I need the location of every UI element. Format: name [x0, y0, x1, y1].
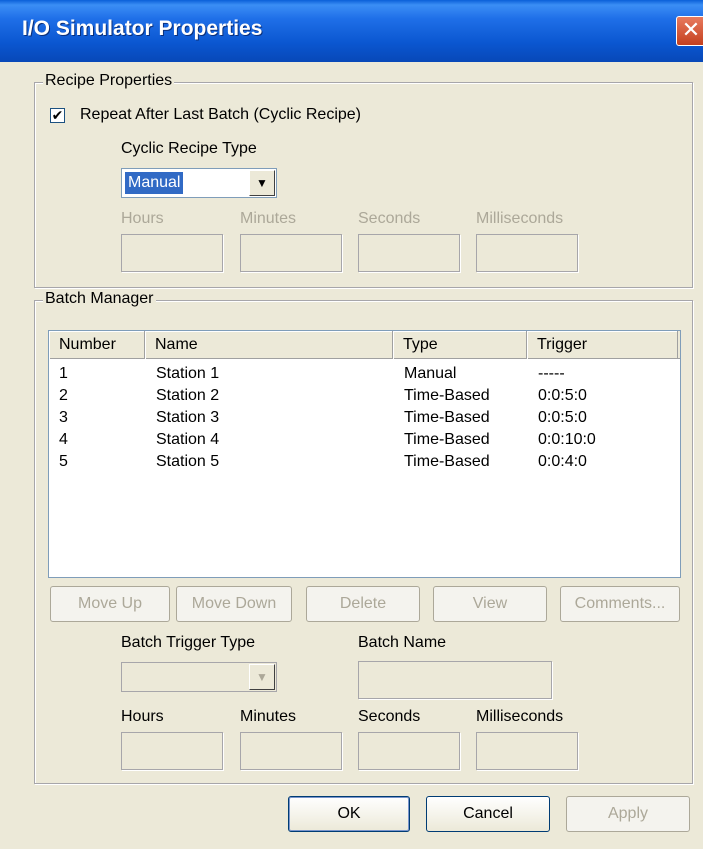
batch-manager-label: Batch Manager [43, 290, 156, 308]
row-trigger: 0:0:10:0 [538, 431, 596, 448]
move-up-button[interactable]: Move Up [50, 586, 170, 622]
recipe-properties-label: Recipe Properties [43, 72, 175, 90]
table-row[interactable]: 3 Station 3 Time-Based 0:0:5:0 [49, 409, 680, 432]
cancel-button[interactable]: Cancel [426, 796, 550, 832]
recipe-minutes-field[interactable] [240, 234, 342, 272]
row-number: 2 [59, 387, 68, 404]
row-name: Station 3 [156, 409, 220, 426]
delete-button[interactable]: Delete [306, 586, 420, 622]
row-number: 4 [59, 431, 68, 448]
ok-button[interactable]: OK [288, 796, 410, 832]
row-type: Time-Based [404, 409, 490, 426]
row-trigger: 0:0:5:0 [538, 387, 587, 404]
row-number: 3 [59, 409, 68, 426]
recipe-hours-field[interactable] [121, 234, 223, 272]
batch-hours-field[interactable] [121, 732, 223, 770]
move-down-button[interactable]: Move Down [176, 586, 292, 622]
repeat-after-last-batch-label[interactable]: Repeat After Last Batch (Cyclic Recipe) [80, 106, 361, 124]
cyclic-recipe-type-label: Cyclic Recipe Type [121, 140, 257, 157]
row-number: 5 [59, 453, 68, 470]
row-trigger: ----- [538, 365, 565, 382]
row-name: Station 4 [156, 431, 220, 448]
column-type[interactable]: Type [393, 331, 527, 359]
batch-trigger-type-dropdown[interactable]: ▼ [121, 662, 277, 692]
column-number[interactable]: Number [49, 331, 145, 359]
recipe-minutes-label: Minutes [240, 210, 297, 227]
row-trigger: 0:0:4:0 [538, 453, 587, 470]
row-type: Time-Based [404, 431, 490, 448]
batch-hours-label: Hours [121, 708, 164, 725]
batch-list[interactable]: Number Name Type Trigger 1 Station 1 Man… [48, 330, 681, 578]
column-trigger[interactable]: Trigger [527, 331, 678, 359]
recipe-seconds-field[interactable] [358, 234, 460, 272]
cyclic-recipe-type-dropdown[interactable]: Manual ▼ [121, 168, 277, 198]
title-bar[interactable]: I/O Simulator Properties ✕ [0, 0, 703, 62]
column-name[interactable]: Name [145, 331, 393, 359]
comments-button[interactable]: Comments... [560, 586, 680, 622]
batch-seconds-field[interactable] [358, 732, 460, 770]
batch-name-label: Batch Name [358, 634, 447, 651]
batch-minutes-label: Minutes [240, 708, 297, 725]
repeat-after-last-batch-checkbox[interactable]: ✔ [50, 108, 65, 123]
chevron-down-icon[interactable]: ▼ [249, 664, 275, 690]
view-button[interactable]: View [433, 586, 547, 622]
batch-milliseconds-field[interactable] [476, 732, 578, 770]
table-row[interactable]: 1 Station 1 Manual ----- [49, 365, 680, 388]
close-icon[interactable]: ✕ [676, 16, 703, 46]
recipe-milliseconds-label: Milliseconds [476, 210, 564, 227]
chevron-down-icon[interactable]: ▼ [249, 170, 275, 196]
batch-milliseconds-label: Milliseconds [476, 708, 564, 725]
row-name: Station 5 [156, 453, 220, 470]
row-type: Time-Based [404, 387, 490, 404]
batch-seconds-label: Seconds [358, 708, 421, 725]
row-type: Time-Based [404, 453, 490, 470]
table-row[interactable]: 5 Station 5 Time-Based 0:0:4:0 [49, 453, 680, 476]
batch-name-field[interactable] [358, 661, 552, 699]
batch-minutes-field[interactable] [240, 732, 342, 770]
window-title: I/O Simulator Properties [22, 17, 263, 40]
table-row[interactable]: 4 Station 4 Time-Based 0:0:10:0 [49, 431, 680, 454]
row-type: Manual [404, 365, 457, 382]
batch-list-header: Number Name Type Trigger [49, 331, 680, 359]
recipe-milliseconds-field[interactable] [476, 234, 578, 272]
io-simulator-properties-dialog: I/O Simulator Properties ✕ Recipe Proper… [0, 0, 703, 849]
recipe-hours-label: Hours [121, 210, 164, 227]
row-trigger: 0:0:5:0 [538, 409, 587, 426]
cyclic-recipe-type-value: Manual [125, 172, 184, 194]
recipe-seconds-label: Seconds [358, 210, 421, 227]
batch-trigger-type-label: Batch Trigger Type [121, 634, 255, 651]
row-name: Station 1 [156, 365, 220, 382]
table-row[interactable]: 2 Station 2 Time-Based 0:0:5:0 [49, 387, 680, 410]
row-name: Station 2 [156, 387, 220, 404]
row-number: 1 [59, 365, 68, 382]
apply-button[interactable]: Apply [566, 796, 690, 832]
